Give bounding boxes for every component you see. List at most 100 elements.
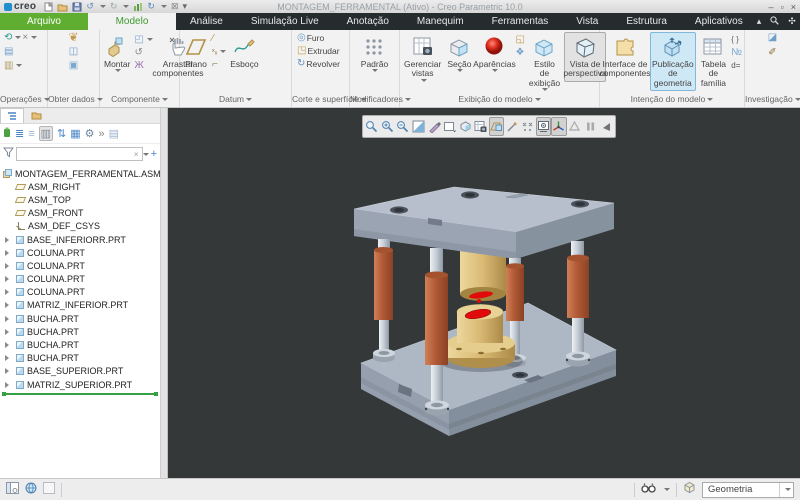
filter-dropdown-icon[interactable] [143,153,149,156]
expand-arrow-icon[interactable] [5,382,9,388]
zoom-out-icon[interactable] [395,117,411,136]
collapse-all-icon[interactable]: ≡ [28,128,34,140]
padrao-button[interactable]: Padrão [359,32,390,75]
tree-item-part[interactable]: BUCHA.PRT [0,338,160,351]
tree-item-part[interactable]: BASE_SUPERIOR.PRT [0,365,160,378]
delete-icon[interactable]: × [22,32,28,43]
designate-display-icon[interactable] [520,117,536,136]
collapse-ribbon-icon[interactable]: ▴ [757,16,762,27]
component-create-icon[interactable]: ◰ [134,34,143,45]
spin-center-icon[interactable] [536,117,552,136]
tab-estrutura[interactable]: Estrutura [612,13,681,30]
navigator-toggle-icon[interactable] [6,481,19,499]
group-label[interactable]: Datum [180,94,291,107]
open-doc-icon[interactable]: ▤ [109,127,119,140]
group-label[interactable]: Modificadores [350,94,399,107]
tree-item-part[interactable]: COLUNA.PRT [0,273,160,286]
panel-splitter[interactable] [160,108,168,478]
eyedropper-icon[interactable]: ✐ [768,47,776,58]
maximize-button[interactable]: ▫ [781,2,784,12]
close-window-icon[interactable]: ⊠ [171,2,179,11]
tree-item-part[interactable]: BUCHA.PRT [0,325,160,338]
udf-icon[interactable]: ❦ [68,32,78,43]
datum-axis-icon[interactable]: ⁄ [212,33,214,44]
expand-all-icon[interactable]: ≣ [15,127,24,140]
tree-item-part[interactable]: COLUNA.PRT [0,259,160,272]
group-label[interactable]: Corte e superfície [292,94,349,107]
group-label[interactable]: Obter dados [48,94,99,107]
tab-arquivo[interactable]: Arquivo [0,13,88,30]
estilo-exibicao-button[interactable]: Estilo de exibição [527,32,562,94]
scene-icon[interactable]: ◱ [515,34,524,45]
new-file-icon[interactable] [44,2,53,12]
tab-simulacao-live[interactable]: Simulação Live [237,13,333,30]
model-report-icon[interactable]: ◪ [768,32,777,43]
expand-arrow-icon[interactable] [5,263,9,269]
tree-item-datum-plane[interactable]: ASM_TOP [0,193,160,206]
datum-display-filters-icon[interactable] [489,117,505,136]
tree-item-assembly[interactable]: MONTAGEM_FERRAMENTAL.ASM [0,167,160,180]
group-label[interactable]: Componente [100,94,179,107]
overflow-icon[interactable]: » [99,128,105,140]
expand-arrow-icon[interactable] [5,342,9,348]
refresh-dropdown-icon[interactable] [161,5,167,8]
view-manager-icon[interactable] [473,117,489,136]
tab-modelo[interactable]: Modelo [88,13,176,30]
tree-item-csys[interactable]: ASM_DEF_CSYS [0,220,160,233]
render-icon[interactable]: ❖ [515,47,524,58]
close-button[interactable]: × [791,2,796,12]
previous-view-icon[interactable] [598,117,614,136]
group-label[interactable]: Exibição do modelo [400,94,599,107]
tree-item-part[interactable]: COLUNA.PRT [0,286,160,299]
copy-icon[interactable]: ▤ [4,46,13,57]
tree-item-datum-plane[interactable]: ASM_RIGHT [0,180,160,193]
esboco-button[interactable]: Esboço [228,32,260,72]
copy-geometry-icon[interactable]: ◫ [69,46,78,57]
search-icon[interactable] [770,16,779,27]
tab-vista[interactable]: Vista [562,13,612,30]
settings-gear-icon[interactable]: ⚙ [85,127,95,140]
folder-browser-tab-icon[interactable] [24,108,48,123]
blank-panel-icon[interactable] [43,481,55,499]
gerenciar-vistas-button[interactable]: Gerenciar vistas [402,32,443,85]
group-label[interactable]: Investigação [745,94,800,107]
section-view-icon[interactable] [458,117,474,136]
refresh-icon[interactable]: ↻ [147,2,155,11]
save-icon[interactable] [72,2,82,12]
interface-componentes-button[interactable]: Interface de componentes [602,32,648,82]
publicacao-geometria-button[interactable]: Publicação de geometria [650,32,696,91]
favorites-icon[interactable]: ✣ [788,16,796,27]
zoom-in-icon[interactable] [380,117,396,136]
tab-anotacao[interactable]: Anotação [333,13,403,30]
tree-item-part[interactable]: COLUNA.PRT [0,246,160,259]
expand-arrow-icon[interactable] [5,276,9,282]
find-icon[interactable] [641,481,656,499]
paste-icon[interactable]: ▥ [4,60,13,71]
find-dropdown-icon[interactable] [664,488,670,491]
tree-table-icon[interactable]: ▦ [70,127,80,140]
datum-point-icon[interactable]: ˣₓ [212,46,217,57]
expand-arrow-icon[interactable] [5,250,9,256]
csys-display-icon[interactable] [551,117,567,136]
datum-csys-icon[interactable]: ⌐ [212,59,218,70]
tree-item-part[interactable]: MATRIZ_SUPERIOR.PRT [0,378,160,391]
graphics-area[interactable] [168,108,800,478]
tree-item-part[interactable]: BASE_INFERIORR.PRT [0,233,160,246]
browser-icon[interactable] [25,481,37,499]
group-label[interactable]: Operações [0,94,47,107]
expand-arrow-icon[interactable] [5,316,9,322]
secao-button[interactable]: Seção [445,32,473,75]
tab-analise[interactable]: Análise [176,13,237,30]
show-icon[interactable] [3,127,11,141]
aparencias-button[interactable]: Aparências [475,32,513,75]
tree-columns-icon[interactable]: ▥ [39,126,53,141]
revolver-button[interactable]: ↻Revolver [297,58,340,69]
expand-arrow-icon[interactable] [5,237,9,243]
dragger-icon[interactable] [567,117,583,136]
add-filter-icon[interactable]: + [151,148,157,160]
reorient-icon[interactable] [411,117,427,136]
parameters-icon[interactable]: { } [731,34,739,45]
expand-arrow-icon[interactable] [5,329,9,335]
regenerate-icon[interactable]: ⟲ [4,32,12,43]
expand-arrow-icon[interactable] [5,368,9,374]
